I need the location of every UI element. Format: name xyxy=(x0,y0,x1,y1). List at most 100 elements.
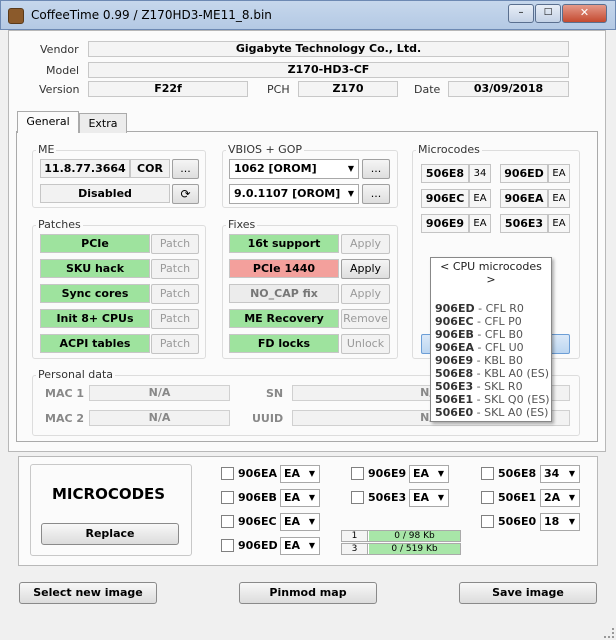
replace-code: 506E0 xyxy=(498,515,537,528)
popup-item: 506E1 - SKL Q0 (ES) xyxy=(435,393,550,406)
select-new-image-button[interactable]: Select new image xyxy=(19,582,157,604)
progress-row: 1 0 / 98 Kb xyxy=(341,530,461,542)
progress-row: 3 0 / 519 Kb xyxy=(341,543,461,555)
replace-select[interactable]: EA ▼ xyxy=(409,489,449,507)
microcode-code: 906E9 xyxy=(421,214,469,233)
microcode-ver: EA xyxy=(548,214,570,233)
fix-pcie-1440-button[interactable]: Apply xyxy=(341,259,390,279)
microcode-ver: 34 xyxy=(469,164,491,183)
chevron-down-icon: ▼ xyxy=(308,541,315,550)
pch-value: Z170 xyxy=(298,81,398,97)
fix-no-cap-button[interactable]: Apply xyxy=(341,284,390,304)
resize-grip-icon[interactable] xyxy=(604,628,614,638)
fix-me-recovery: ME Recovery xyxy=(229,309,339,328)
checkbox[interactable] xyxy=(351,491,364,504)
patch-sku-hack: SKU hack xyxy=(40,259,150,278)
checkbox[interactable] xyxy=(351,467,364,480)
title-bar: CoffeeTime 0.99 / Z170HD3-ME11_8.bin – □… xyxy=(0,0,616,30)
minimize-button[interactable]: – xyxy=(508,4,534,23)
microcode-ver: EA xyxy=(469,214,491,233)
maximize-button[interactable]: □ xyxy=(535,4,561,23)
pinmod-map-button[interactable]: Pinmod map xyxy=(239,582,377,604)
microcodes-heading: MICROCODES xyxy=(52,485,166,503)
checkbox[interactable] xyxy=(221,467,234,480)
fix-fd-locks-button[interactable]: Unlock xyxy=(341,334,390,354)
replace-select[interactable]: EA ▼ xyxy=(280,465,320,483)
me-version: 11.8.77.3664 xyxy=(40,159,130,178)
mac1-value: N/A xyxy=(89,385,230,401)
pch-label: PCH xyxy=(267,83,290,96)
microcode-code: 906ED xyxy=(500,164,548,183)
popup-item: 906ED - CFL R0 xyxy=(435,302,524,315)
replace-code: 906EB xyxy=(238,491,277,504)
patch-sku-hack-button[interactable]: Patch xyxy=(151,259,199,279)
chevron-down-icon: ▼ xyxy=(347,164,354,173)
fix-16t-support: 16t support xyxy=(229,234,339,253)
microcode-code: 906EC xyxy=(421,189,469,208)
checkbox[interactable] xyxy=(481,491,494,504)
tab-extra[interactable]: Extra xyxy=(79,113,127,133)
chevron-down-icon: ▼ xyxy=(568,517,575,526)
progress-id: 1 xyxy=(342,531,368,541)
patch-sync-cores-button[interactable]: Patch xyxy=(151,284,199,304)
replace-code: 506E3 xyxy=(368,491,407,504)
patch-pcie-button[interactable]: Patch xyxy=(151,234,199,254)
fix-16t-support-button[interactable]: Apply xyxy=(341,234,390,254)
me-refresh-button[interactable]: ⟳ xyxy=(172,184,199,204)
progress-text: 0 / 519 Kb xyxy=(369,544,460,554)
fix-me-recovery-button[interactable]: Remove xyxy=(341,309,390,329)
replace-select[interactable]: EA ▼ xyxy=(280,513,320,531)
save-image-button[interactable]: Save image xyxy=(459,582,597,604)
me-group-title: ME xyxy=(36,143,57,156)
gop-value: 9.0.1107 [OROM] xyxy=(234,187,341,200)
chevron-down-icon: ▼ xyxy=(568,469,575,478)
patch-acpi-tables-button[interactable]: Patch xyxy=(151,334,199,354)
mac2-label: MAC 2 xyxy=(45,412,85,425)
vbios-more-button[interactable]: ... xyxy=(362,159,390,179)
progress-id: 3 xyxy=(342,544,368,554)
popup-item: 906E9 - KBL B0 xyxy=(435,354,524,367)
cpu-microcodes-popup: < CPU microcodes > 906ED - CFL R0 906EC … xyxy=(430,257,552,422)
checkbox[interactable] xyxy=(221,491,234,504)
fix-fd-locks: FD locks xyxy=(229,334,339,353)
chevron-down-icon: ▼ xyxy=(437,493,444,502)
vbios-value: 1062 [OROM] xyxy=(234,162,317,175)
patch-sync-cores: Sync cores xyxy=(40,284,150,303)
close-button[interactable]: ✕ xyxy=(562,4,607,23)
vbios-group-title: VBIOS + GOP xyxy=(226,143,304,156)
checkbox[interactable] xyxy=(221,539,234,552)
replace-code: 506E8 xyxy=(498,467,537,480)
replace-select[interactable]: 2A ▼ xyxy=(540,489,580,507)
popup-item: 906EC - CFL P0 xyxy=(435,315,522,328)
checkbox[interactable] xyxy=(481,467,494,480)
me-more-button[interactable]: ... xyxy=(172,159,199,179)
checkbox[interactable] xyxy=(481,515,494,528)
me-type: COR xyxy=(130,159,170,178)
replace-code: 906ED xyxy=(238,539,278,552)
vendor-value: Gigabyte Technology Co., Ltd. xyxy=(88,41,569,57)
replace-button[interactable]: Replace xyxy=(41,523,179,545)
replace-select[interactable]: 34 ▼ xyxy=(540,465,580,483)
microcode-code: 906EA xyxy=(500,189,548,208)
tab-general[interactable]: General xyxy=(17,111,79,133)
vbios-select[interactable]: 1062 [OROM] ▼ xyxy=(229,159,359,179)
replace-select[interactable]: EA ▼ xyxy=(409,465,449,483)
gop-select[interactable]: 9.0.1107 [OROM] ▼ xyxy=(229,184,359,204)
model-value: Z170-HD3-CF xyxy=(88,62,569,78)
chevron-down-icon: ▼ xyxy=(347,189,354,198)
patch-init-cpus: Init 8+ CPUs xyxy=(40,309,150,328)
replace-select[interactable]: EA ▼ xyxy=(280,537,320,555)
checkbox[interactable] xyxy=(221,515,234,528)
fix-pcie-1440: PCIe 1440 xyxy=(229,259,339,278)
chevron-down-icon: ▼ xyxy=(568,493,575,502)
app-icon xyxy=(8,8,24,24)
me-status: Disabled xyxy=(40,184,170,203)
replace-select[interactable]: 18 ▼ xyxy=(540,513,580,531)
date-label: Date xyxy=(414,83,441,96)
patch-init-cpus-button[interactable]: Patch xyxy=(151,309,199,329)
personal-data-title: Personal data xyxy=(36,368,116,381)
microcode-ver: EA xyxy=(469,189,491,208)
replace-select[interactable]: EA ▼ xyxy=(280,489,320,507)
gop-more-button[interactable]: ... xyxy=(362,184,390,204)
vendor-label: Vendor xyxy=(40,43,79,56)
